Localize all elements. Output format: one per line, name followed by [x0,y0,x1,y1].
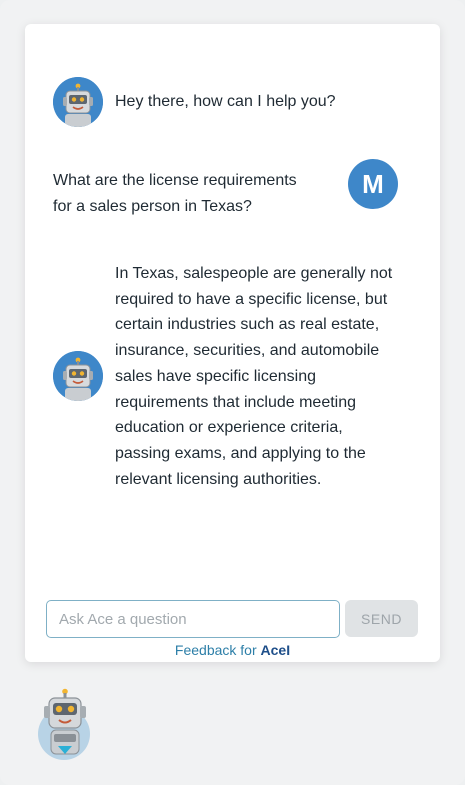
message-line: relevant licensing authorities. [115,470,322,488]
message-line: insurance, securities, and automobile [115,342,380,360]
feedback-link[interactable]: Feedback for AceI [25,642,440,658]
chat-panel: Hey there, how can I help you? What are … [25,24,440,662]
robot-avatar-icon [53,77,103,127]
message-line: required to have a specific license, but [115,290,388,308]
message-line: certain industries such as real estate, [115,316,380,334]
message-line: education or experience criteria, [115,419,343,437]
brand-name: AceI [260,642,291,658]
message-line: requirements that include meeting [115,393,357,411]
bot-message-text: Hey there, how can I help you? [115,93,336,110]
question-input[interactable] [46,600,340,638]
robot-launcher-icon[interactable] [36,688,96,764]
message-line: sales have specific licensing [115,367,316,385]
user-message-text: What are the license requirements for a … [53,168,297,219]
message-line: for a sales person in Texas? [53,197,252,215]
feedback-label: Feedback for [174,642,261,658]
message-line: What are the license requirements [53,172,297,189]
message-line: In Texas, salespeople are generally not [115,265,393,282]
robot-avatar-icon [53,351,103,401]
user-avatar: M [348,159,398,209]
bot-message-text: In Texas, salespeople are generally not … [115,261,392,492]
send-button[interactable]: SEND [345,600,418,637]
message-line: passing exams, and applying to the [115,444,366,462]
